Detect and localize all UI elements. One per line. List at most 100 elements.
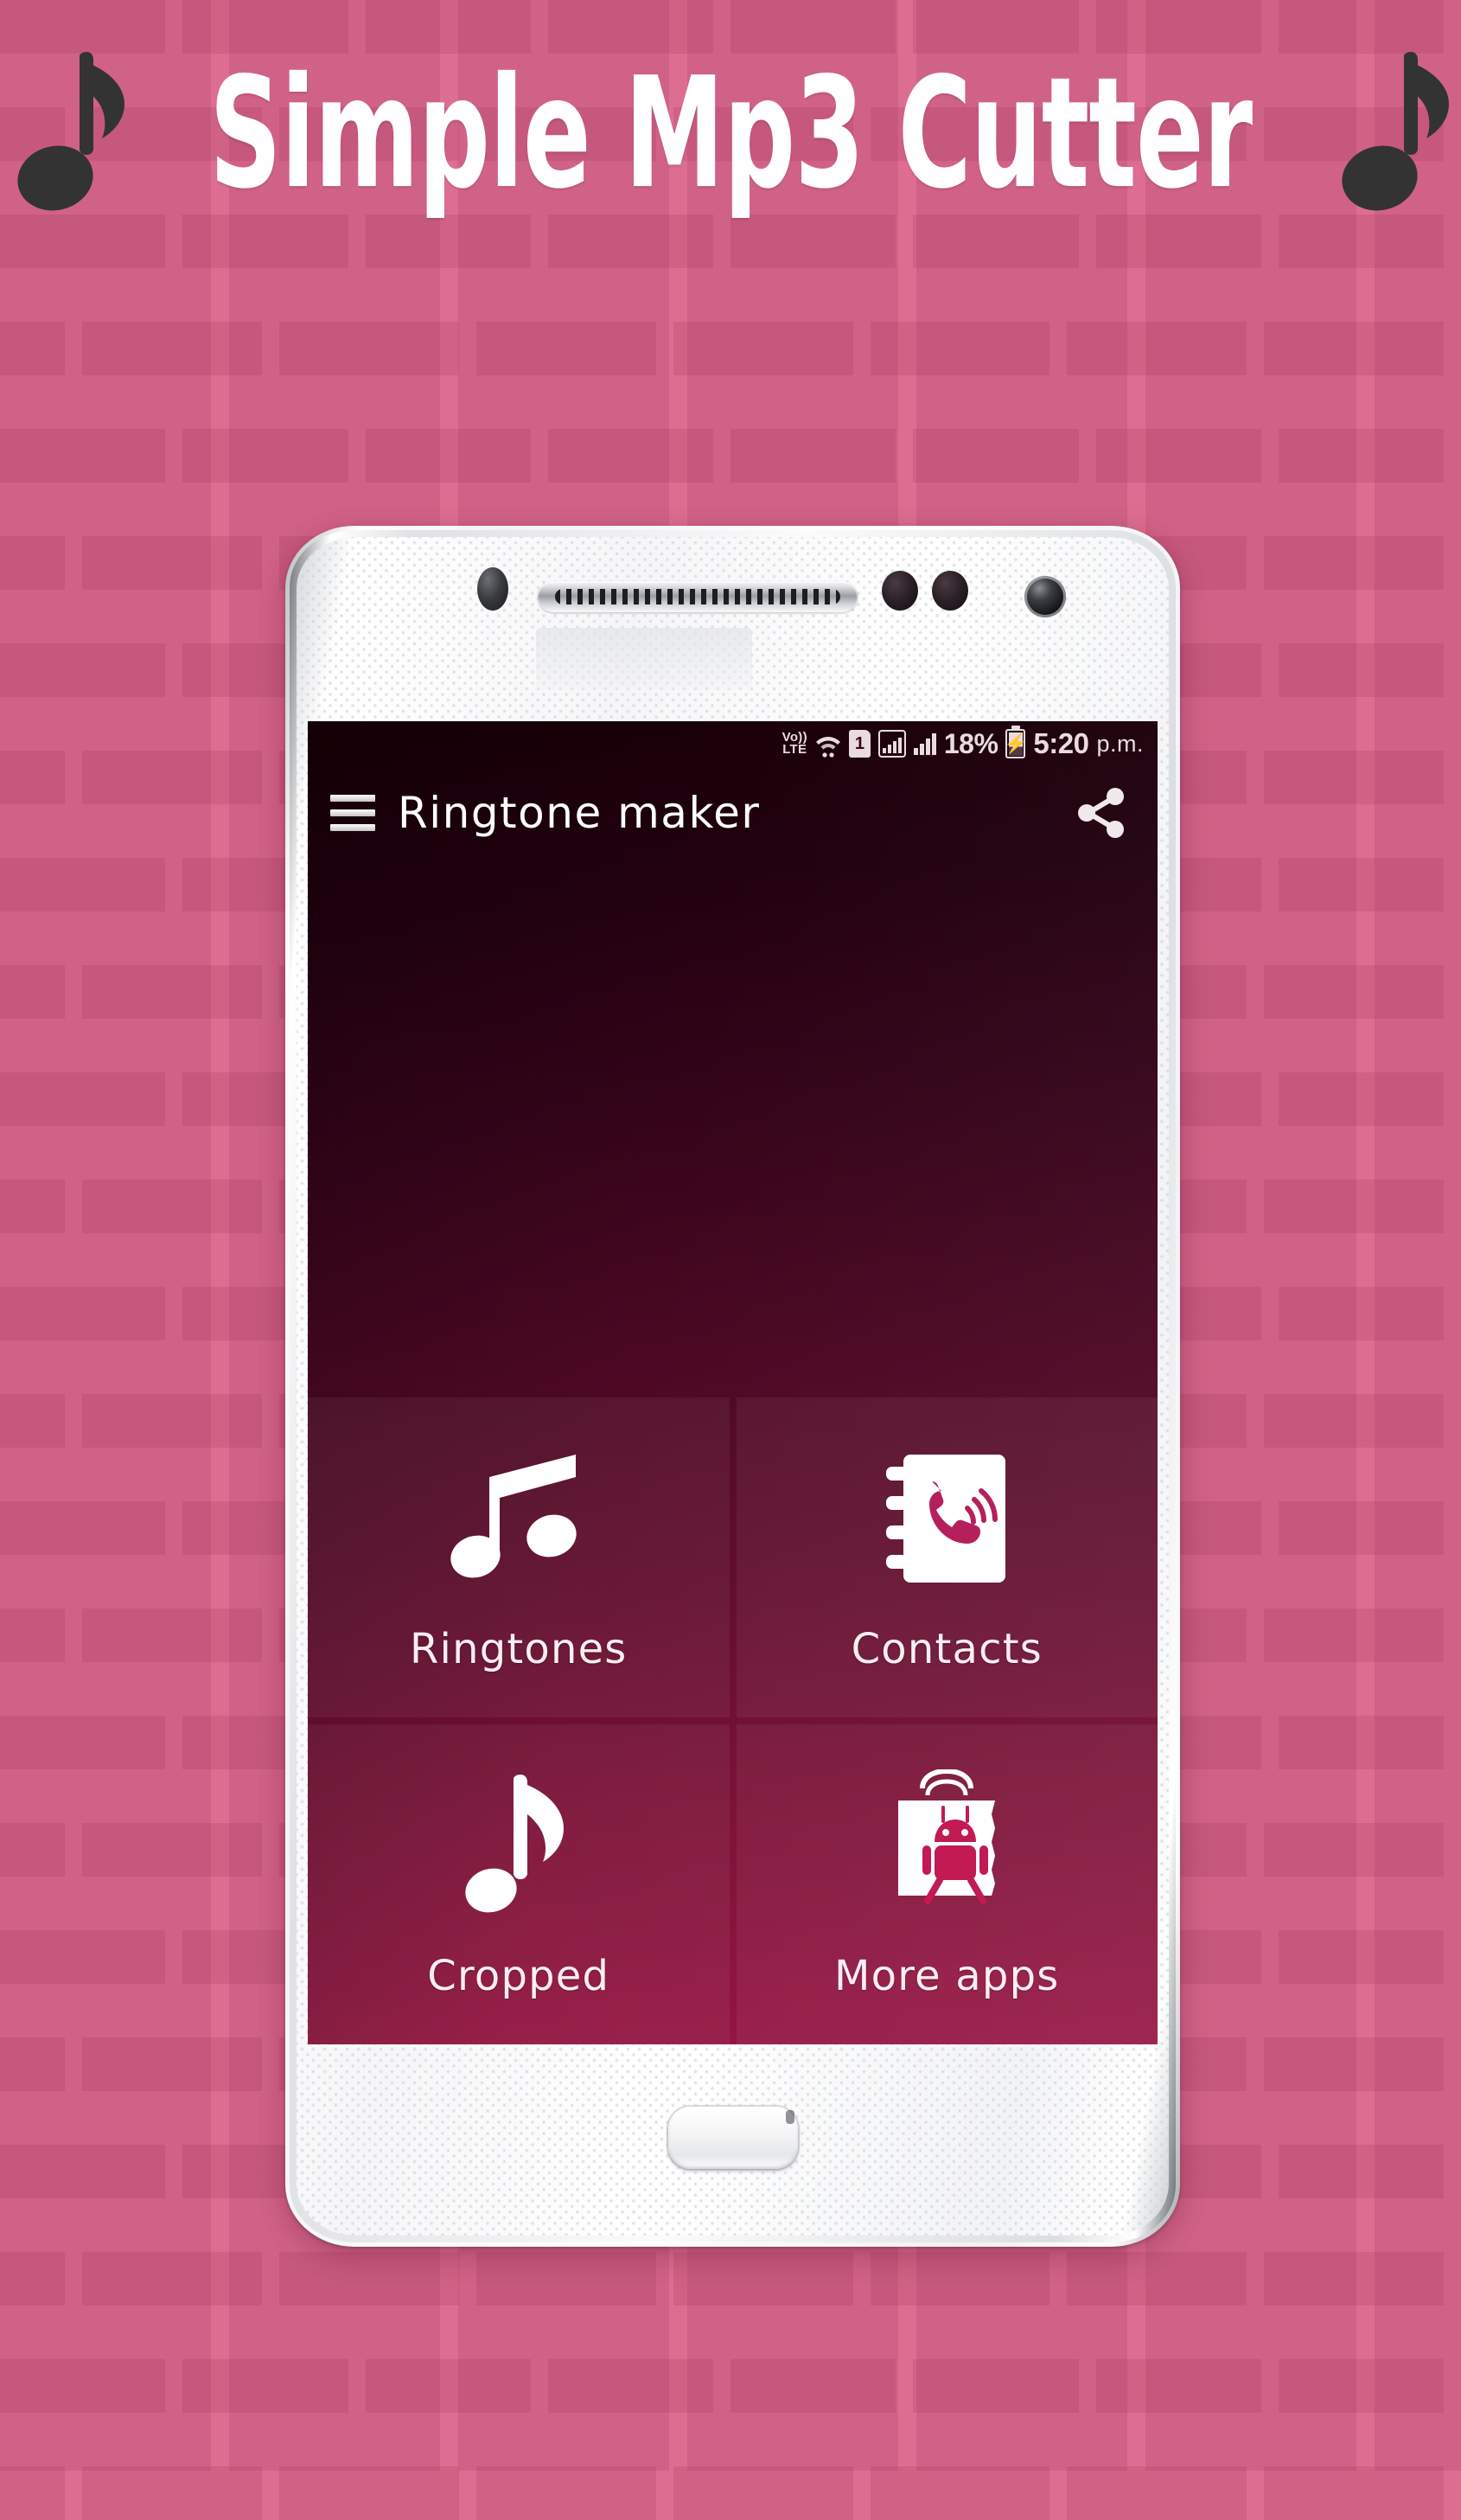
- tile-label: More apps: [834, 1952, 1060, 2000]
- beamed-eighth-notes-icon: [450, 1429, 588, 1602]
- phone-screen: Vo)) LTE 1 18% ⚡ 5:20 p.m. Ringtone make…: [308, 721, 1158, 2044]
- battery-charging-icon: ⚡: [1004, 729, 1028, 758]
- background-brick-row: [0, 2359, 1461, 2413]
- background-brick-row: [0, 2252, 1461, 2306]
- background-brick: [0, 0, 166, 54]
- background-brick: [0, 536, 66, 590]
- background-brick: [82, 322, 263, 375]
- background-brick: [0, 1287, 166, 1340]
- background-brick: [1278, 643, 1444, 697]
- background-brick: [0, 214, 166, 268]
- background-brick: [82, 2466, 263, 2520]
- background-brick: [0, 2359, 166, 2413]
- front-camera-icon: [1024, 576, 1066, 617]
- background-brick: [1278, 2359, 1444, 2413]
- background-brick: [673, 2252, 853, 2306]
- background-brick: [1264, 965, 1444, 1019]
- music-note-icon: [1342, 51, 1450, 210]
- background-brick: [82, 1823, 263, 1877]
- hamburger-menu-icon[interactable]: [308, 766, 398, 860]
- app-title: Ringtone maker: [398, 788, 761, 838]
- battery-percent: 18%: [943, 727, 998, 759]
- background-brick: [1278, 1072, 1444, 1126]
- background-brick: [0, 1072, 166, 1126]
- tile-more-apps[interactable]: More apps: [736, 1724, 1158, 2044]
- proximity-sensor-icon: [932, 571, 968, 611]
- background-brick: [1278, 1501, 1444, 1555]
- background-brick: [1067, 322, 1247, 375]
- tile-ringtones[interactable]: Ringtones: [308, 1398, 730, 1717]
- phone-mockup: Vo)) LTE 1 18% ⚡ 5:20 p.m. Ringtone make…: [285, 526, 1180, 2247]
- background-brick: [279, 322, 459, 375]
- tile-label: Contacts: [851, 1625, 1043, 1673]
- share-icon[interactable]: [1045, 766, 1158, 860]
- background-brick-row: [0, 429, 1461, 483]
- background-brick: [1264, 2252, 1444, 2306]
- eighth-note-icon: [450, 1756, 588, 1929]
- background-brick: [475, 2466, 656, 2520]
- background-brick: [82, 536, 263, 590]
- background-brick: [475, 2252, 656, 2306]
- background-brick: [1278, 214, 1444, 268]
- background-brick: [1095, 429, 1261, 483]
- background-brick: [365, 429, 531, 483]
- background-brick: [0, 1180, 66, 1233]
- background-brick: [1264, 1609, 1444, 1662]
- tile-label: Ringtones: [409, 1625, 628, 1673]
- background-brick: [182, 2359, 348, 2413]
- phone-branding-plate: [536, 628, 752, 690]
- background-brick: [1264, 1180, 1444, 1233]
- background-brick: [279, 2466, 459, 2520]
- background-brick: [673, 2466, 853, 2520]
- background-brick: [870, 322, 1050, 375]
- signal-bars-icon: [913, 732, 936, 755]
- background-brick: [279, 2252, 459, 2306]
- background-brick: [0, 2037, 66, 2091]
- background-brick: [730, 2359, 896, 2413]
- home-button[interactable]: [667, 2107, 798, 2169]
- background-brick: [0, 1716, 166, 1769]
- promo-header: Simple Mp3 Cutter: [0, 45, 1461, 223]
- status-bar: Vo)) LTE 1 18% ⚡ 5:20 p.m.: [308, 721, 1158, 766]
- background-brick: [0, 1609, 66, 1662]
- sim-card-icon: 1: [848, 730, 871, 758]
- background-brick: [1264, 751, 1444, 804]
- contacts-phonebook-icon: [877, 1429, 1016, 1602]
- background-brick: [0, 322, 66, 375]
- background-brick: [82, 1394, 263, 1448]
- background-brick: [1278, 858, 1444, 911]
- promo-title: Simple Mp3 Cutter: [208, 45, 1253, 223]
- background-brick-row: [0, 2466, 1461, 2520]
- background-brick-row: [0, 322, 1461, 375]
- background-brick: [1264, 2037, 1444, 2091]
- background-brick: [1264, 536, 1444, 590]
- app-bar: Ringtone maker: [308, 766, 1158, 860]
- light-sensor-icon: [882, 571, 918, 611]
- background-brick: [475, 322, 656, 375]
- background-brick: [1278, 0, 1444, 54]
- tile-cropped[interactable]: Cropped: [308, 1724, 730, 2044]
- background-brick: [0, 2466, 66, 2520]
- speaker-holes: [555, 589, 840, 604]
- background-brick: [1278, 1287, 1444, 1340]
- background-brick: [82, 1609, 263, 1662]
- music-note-icon: [17, 51, 124, 210]
- background-brick: [0, 1930, 166, 1984]
- background-brick: [0, 1394, 66, 1448]
- background-brick: [913, 429, 1079, 483]
- background-brick: [82, 965, 263, 1019]
- background-brick: [0, 1501, 166, 1555]
- tile-contacts[interactable]: Contacts: [736, 1398, 1158, 1717]
- background-brick: [1067, 2252, 1247, 2306]
- background-brick: [0, 751, 66, 804]
- background-brick: [870, 2252, 1050, 2306]
- status-clock: 5:20: [1033, 727, 1089, 759]
- wifi-icon: [815, 729, 841, 758]
- background-brick: [82, 2037, 263, 2091]
- background-brick: [1278, 1716, 1444, 1769]
- background-brick: [1067, 2466, 1247, 2520]
- background-brick: [547, 2359, 713, 2413]
- mobile-data-icon: [877, 730, 906, 758]
- speaker-grille-icon: [538, 581, 858, 612]
- background-brick: [82, 2252, 263, 2306]
